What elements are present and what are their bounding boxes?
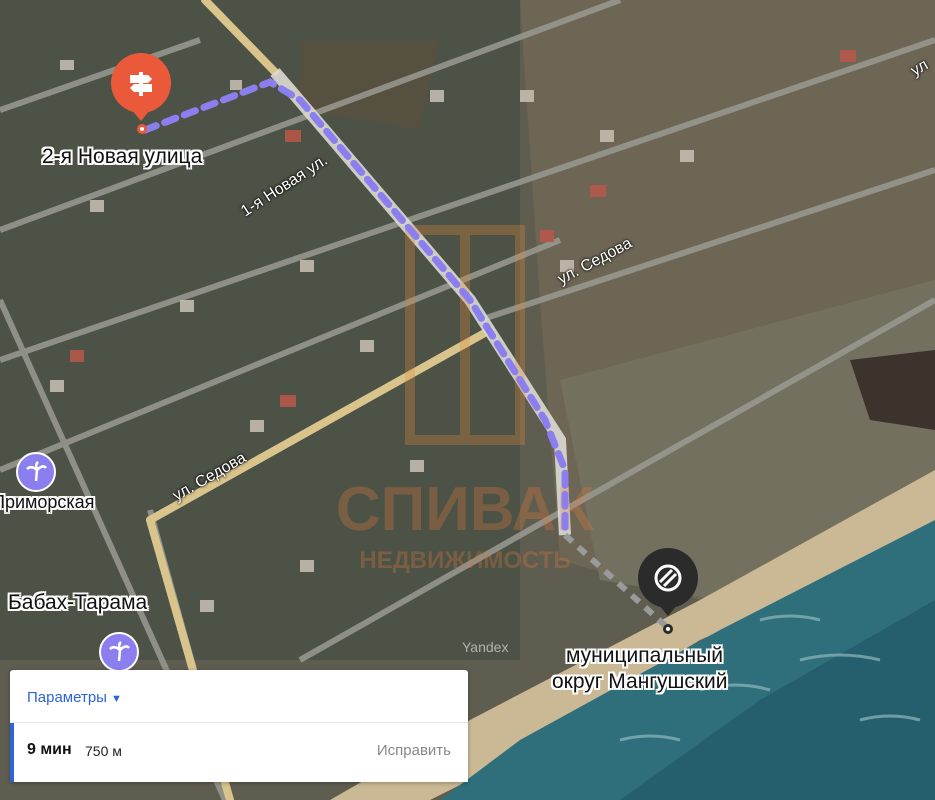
route-selected-indicator — [10, 723, 14, 782]
signpost-icon — [130, 72, 152, 96]
watermark-sub: НЕДВИЖИМОСТЬ — [359, 547, 570, 574]
route-time: 9 мин — [27, 741, 72, 758]
start-pin[interactable] — [111, 53, 171, 113]
poi-babakh-tarama-label: Бабах-Тарама — [8, 591, 148, 614]
params-dropdown[interactable]: Параметры ▼ — [27, 689, 122, 706]
fix-route-button[interactable]: Исправить — [377, 742, 451, 759]
end-pin[interactable] — [638, 548, 698, 608]
watermark-main: СПИВАК — [336, 475, 594, 544]
poi-primorskaya[interactable] — [16, 452, 56, 492]
start-point — [137, 124, 147, 134]
end-label-line2: округ Мангушский — [552, 670, 728, 693]
start-label: 2-я Новая улица — [42, 145, 203, 168]
route-distance: 750 м — [85, 743, 122, 759]
palm-tree-icon — [26, 461, 47, 482]
route-panel: Параметры ▼ 9 мин 750 м Исправить — [10, 670, 468, 782]
provider-mark: Yandex — [462, 639, 508, 655]
poi-primorskaya-label: Приморская — [0, 492, 95, 512]
restricted-area-icon — [654, 564, 682, 592]
params-label: Параметры — [27, 689, 107, 706]
end-point — [663, 624, 673, 634]
poi-babakh-tarama[interactable] — [99, 632, 139, 672]
palm-tree-icon — [109, 641, 130, 662]
route-option[interactable]: 9 мин 750 м Исправить — [10, 723, 468, 782]
end-pin-tail — [658, 604, 678, 616]
end-label-line1: муниципальный — [566, 644, 723, 667]
chevron-down-icon: ▼ — [110, 693, 122, 705]
start-pin-tail — [131, 109, 151, 121]
